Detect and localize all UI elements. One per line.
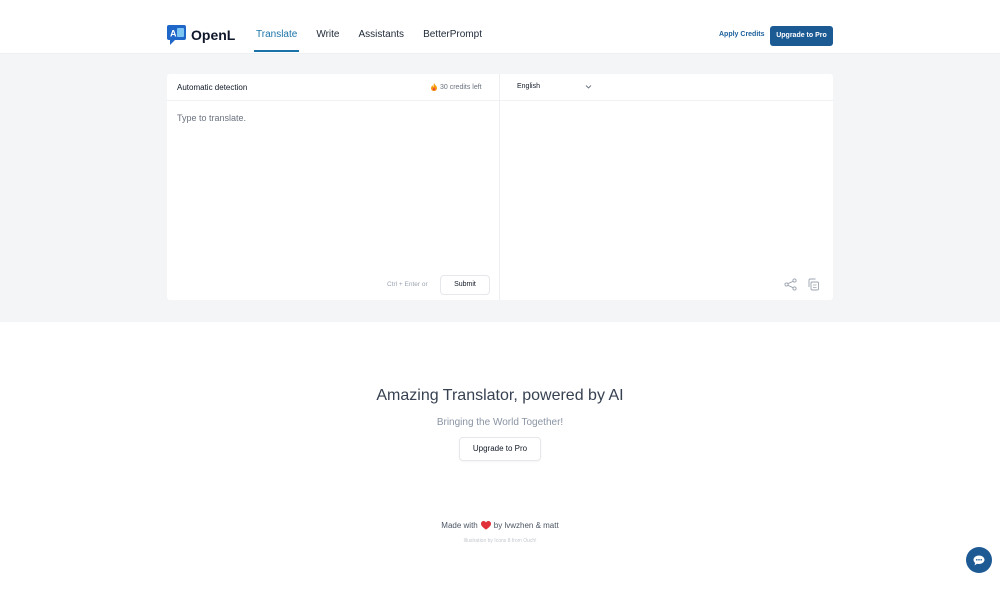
footer-made-with: Made with by lvwzhen & matt [0, 521, 1000, 530]
share-icon[interactable] [784, 278, 797, 291]
chevron-down-icon [585, 83, 592, 92]
source-text-input[interactable] [177, 113, 487, 263]
translator-header-bar [167, 74, 833, 101]
credits-badge: 30 credits left [431, 83, 482, 91]
hero-title: Amazing Translator, powered by AI [376, 387, 624, 404]
svg-text:A: A [170, 29, 177, 39]
target-language-selector[interactable]: English [517, 83, 592, 92]
apply-credits-link[interactable]: Apply Credits [719, 31, 765, 38]
chat-support-button[interactable] [966, 547, 992, 573]
logo[interactable]: A OpenL [167, 25, 235, 45]
made-with-text: Made with [441, 521, 478, 530]
translator-panel: Automatic detection 30 credits left Engl… [167, 74, 833, 300]
heart-icon [480, 521, 491, 530]
nav-tab-betterprompt[interactable]: BetterPrompt [423, 0, 482, 54]
nav-tab-translate[interactable]: Translate [253, 0, 300, 54]
nav-tab-assistants[interactable]: Assistants [358, 0, 404, 54]
fire-icon [431, 83, 437, 91]
shortcut-hint: Ctrl + Enter or [387, 281, 428, 288]
hero-subtitle: Bringing the World Together! [436, 417, 564, 428]
panel-divider [499, 74, 500, 300]
copy-icon[interactable] [807, 278, 820, 291]
footer-authors-link[interactable]: by lvwzhen & matt [494, 521, 559, 530]
source-language-selector[interactable]: Automatic detection [177, 83, 247, 92]
nav-tab-write[interactable]: Write [316, 0, 339, 54]
illustration-credit[interactable]: Illustration by Icons 8 from Ouch! [0, 538, 1000, 544]
credits-left-text: 30 credits left [440, 83, 482, 91]
chat-icon [973, 555, 985, 566]
target-language-label: English [517, 83, 540, 90]
submit-button[interactable]: Submit [440, 275, 490, 295]
upgrade-to-pro-header-button[interactable]: Upgrade to Pro [770, 26, 833, 46]
top-header: A OpenL Translate Write Assistants Bette… [0, 0, 1000, 54]
main-nav: Translate Write Assistants BetterPrompt [253, 0, 501, 54]
logo-text: OpenL [191, 27, 236, 43]
logo-mark-icon: A [167, 25, 186, 45]
upgrade-to-pro-button[interactable]: Upgrade to Pro [459, 437, 541, 461]
translation-output [510, 113, 820, 263]
